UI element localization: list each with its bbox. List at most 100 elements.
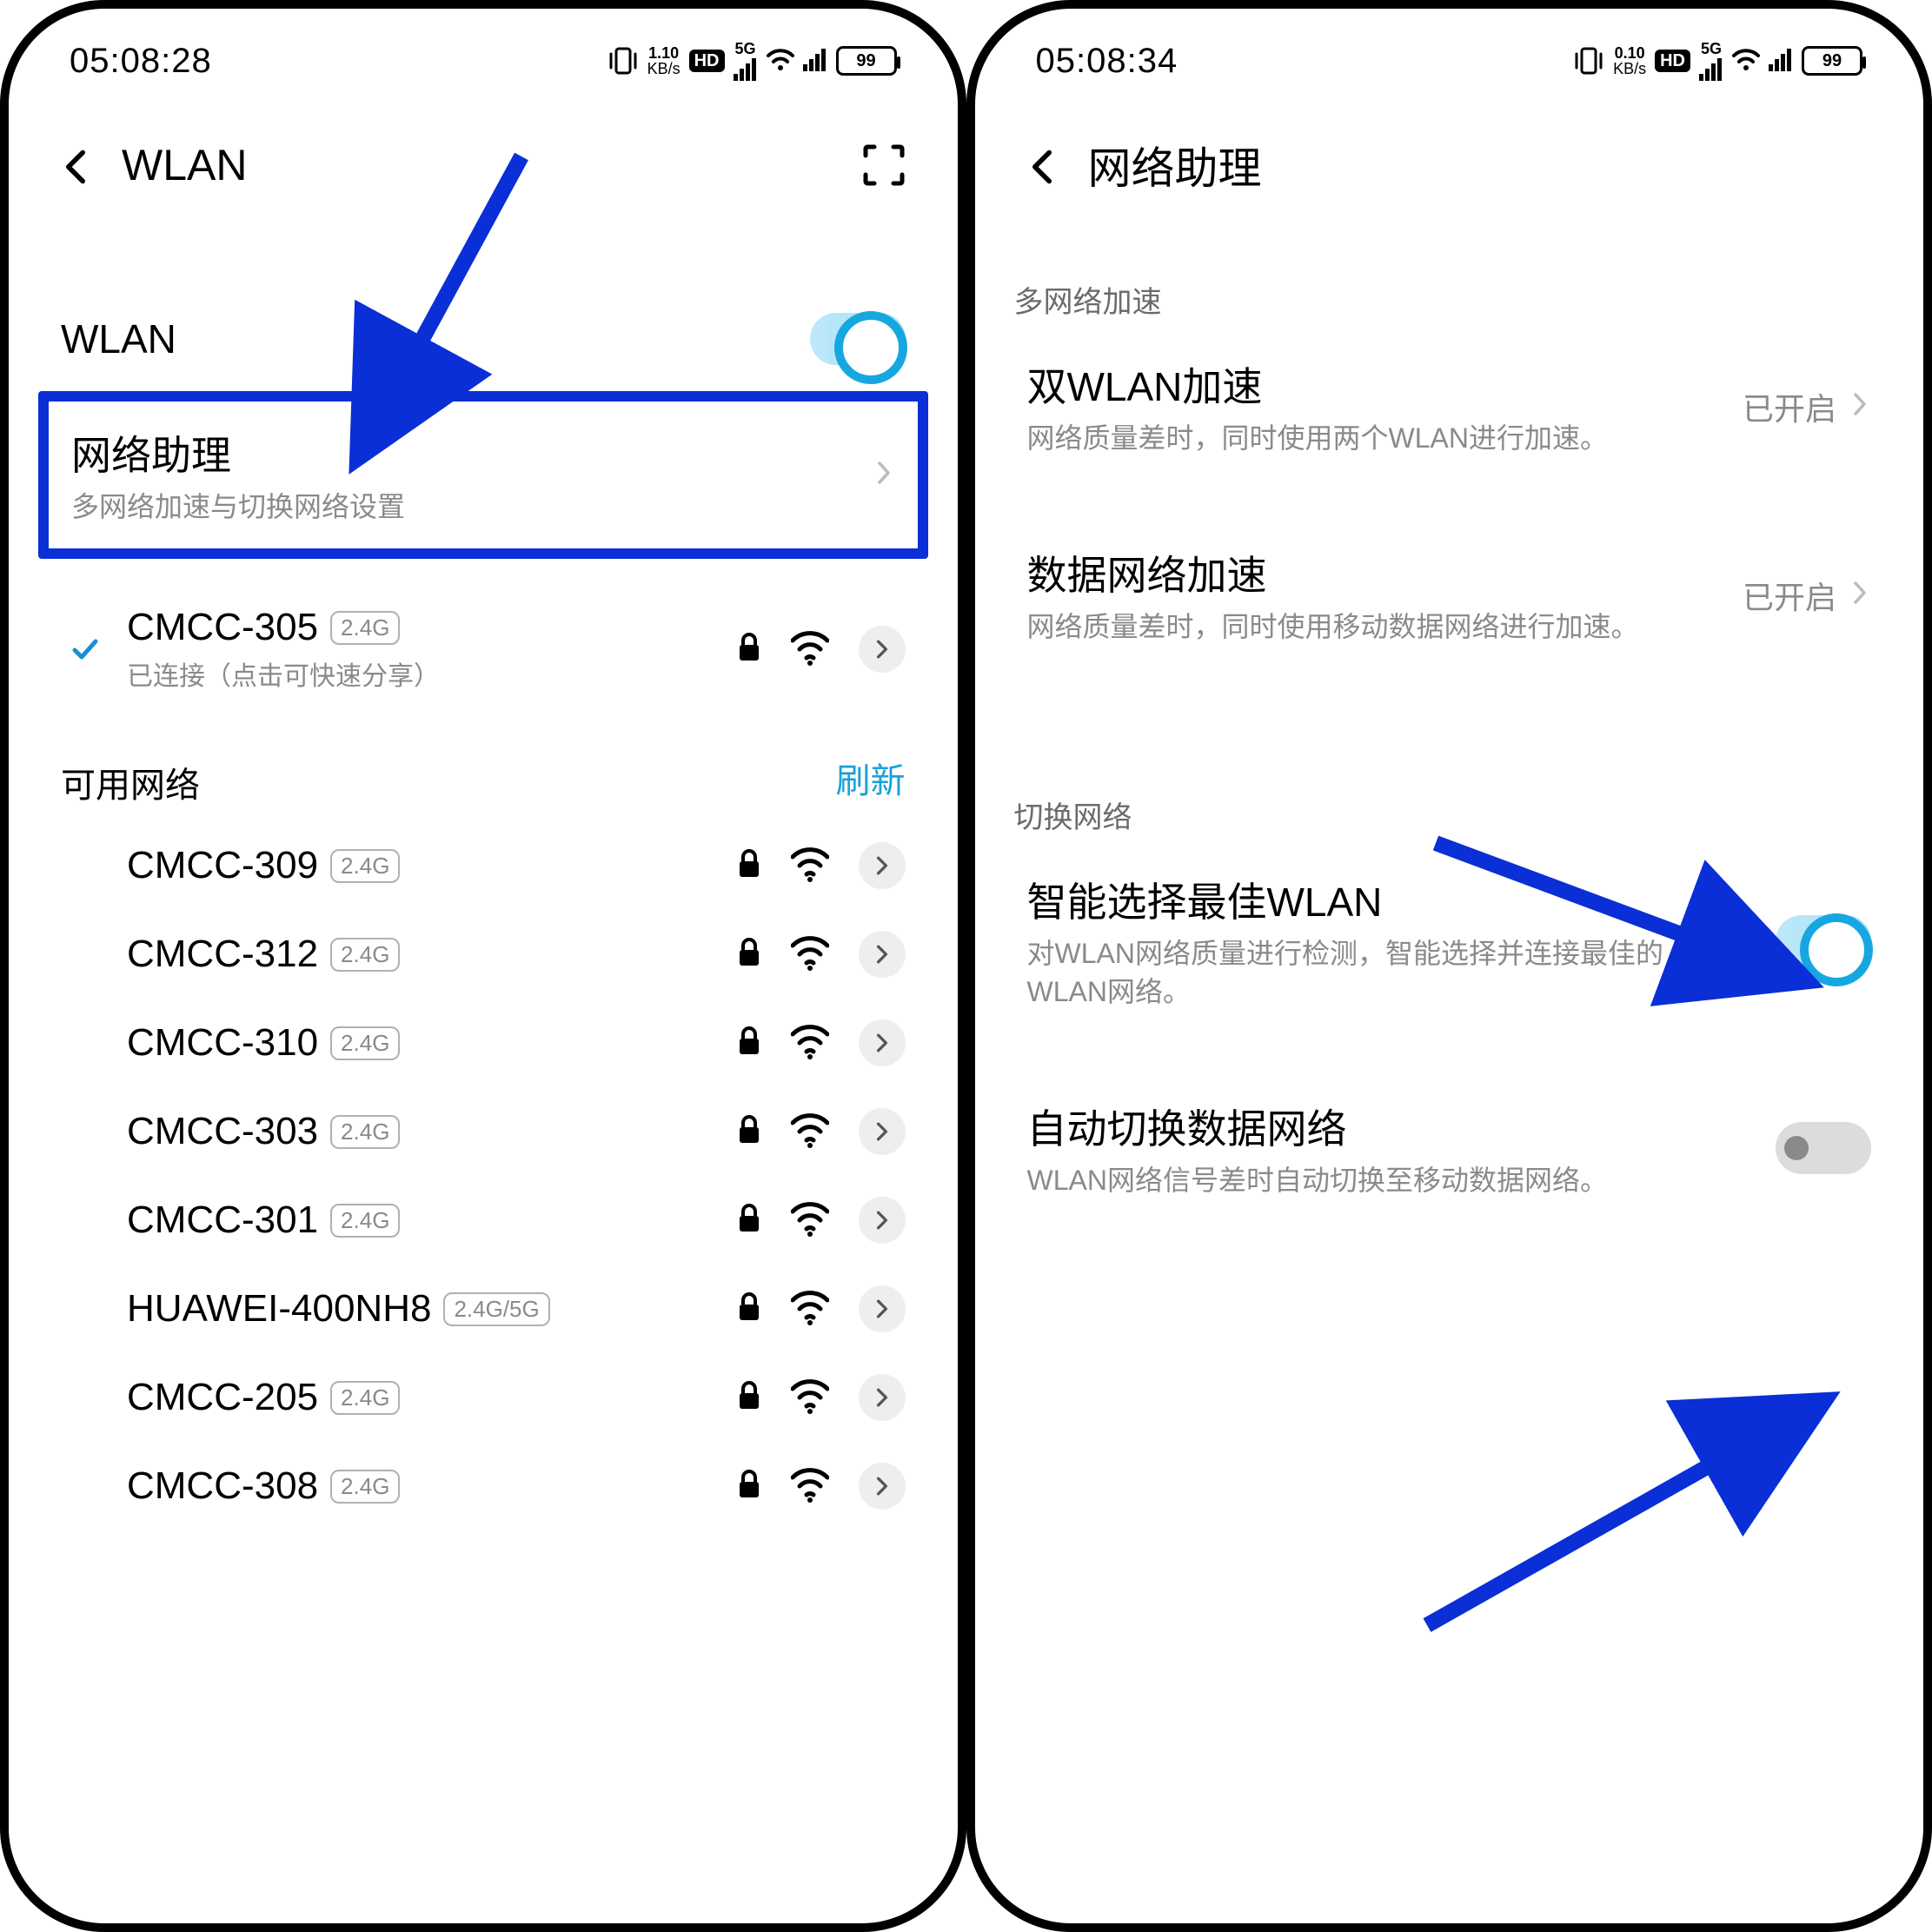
wifi-icon xyxy=(791,845,829,887)
band-badge: 2.4G xyxy=(330,1381,400,1415)
status-icons: 0.10KB/s HD 5G 99 xyxy=(1573,41,1862,81)
network-assistant-subtitle: 多网络加速与切换网络设置 xyxy=(71,488,405,526)
scan-icon[interactable] xyxy=(862,143,906,187)
auto-switch-row[interactable]: 自动切换数据网络 WLAN网络信号差时自动切换至移动数据网络。 xyxy=(1010,1072,1889,1225)
network-row[interactable]: CMCC-310 2.4G xyxy=(43,999,923,1087)
network-row[interactable]: CMCC-309 2.4G xyxy=(43,821,923,910)
wifi-icon xyxy=(791,1377,829,1419)
hd-icon: HD xyxy=(689,50,725,72)
lock-icon xyxy=(737,1026,761,1060)
network-name: CMCC-308 xyxy=(127,1464,318,1508)
lock-icon xyxy=(737,849,761,883)
details-button[interactable] xyxy=(859,931,906,978)
wlan-toggle-label: WLAN xyxy=(61,315,176,362)
battery-icon: 99 xyxy=(836,46,897,76)
phone-left: 05:08:28 1.10KB/s HD 5G 99 WLAN WLAN xyxy=(0,0,966,1932)
section-switch-network: 切换网络 xyxy=(1010,776,1889,845)
lock-icon xyxy=(737,633,761,667)
band-badge: 2.4G xyxy=(330,1115,400,1149)
smart-wlan-toggle[interactable] xyxy=(1776,915,1871,967)
data-accel-subtitle: 网络质量差时，同时使用移动数据网络进行加速。 xyxy=(1027,608,1639,646)
wifi-status-icon xyxy=(1732,47,1760,76)
wlan-toggle-row[interactable]: WLAN xyxy=(43,287,923,391)
network-name: CMCC-303 xyxy=(127,1110,318,1153)
status-icons: 1.10KB/s HD 5G 99 xyxy=(607,41,897,81)
details-button[interactable] xyxy=(859,626,906,673)
dual-wlan-title: 双WLAN加速 xyxy=(1027,355,1608,413)
status-time: 05:08:28 xyxy=(70,42,212,81)
band-badge: 2.4G xyxy=(330,1470,400,1504)
network-row[interactable]: CMCC-205 2.4G xyxy=(43,1353,923,1442)
page-header: 网络助理 xyxy=(1010,104,1889,226)
lock-icon xyxy=(737,1292,761,1326)
connected-check-icon xyxy=(61,636,110,662)
dual-wlan-status: 已开启 xyxy=(1743,384,1836,429)
network-name: CMCC-301 xyxy=(127,1198,318,1242)
details-button[interactable] xyxy=(859,1197,906,1244)
back-button[interactable] xyxy=(61,148,96,183)
hd-icon: HD xyxy=(1655,50,1690,72)
band-badge: 2.4G xyxy=(330,849,400,883)
wifi-icon xyxy=(791,1288,829,1331)
network-row[interactable]: CMCC-303 2.4G xyxy=(43,1087,923,1176)
network-row[interactable]: CMCC-312 2.4G xyxy=(43,910,923,999)
signal-icon xyxy=(1769,47,1793,76)
status-bar: 05:08:28 1.10KB/s HD 5G 99 xyxy=(43,17,923,104)
wifi-icon xyxy=(791,933,829,976)
wifi-icon xyxy=(791,1022,829,1065)
network-row[interactable]: CMCC-301 2.4G xyxy=(43,1176,923,1265)
details-button[interactable] xyxy=(859,1374,906,1421)
data-accel-status: 已开启 xyxy=(1743,573,1836,618)
status-time: 05:08:34 xyxy=(1036,42,1178,81)
band-badge: 2.4G xyxy=(330,1026,400,1060)
back-button[interactable] xyxy=(1027,148,1062,183)
smart-wlan-title: 智能选择最佳WLAN xyxy=(1027,871,1740,928)
band-badge: 2.4G/5G xyxy=(443,1292,549,1326)
band-badge: 2.4G xyxy=(330,1204,400,1238)
details-button[interactable] xyxy=(859,842,906,889)
5g-signal-icon: 5G xyxy=(734,41,758,81)
available-networks-label: 可用网络 xyxy=(61,740,217,816)
network-name: CMCC-310 xyxy=(127,1021,318,1065)
data-accel-title: 数据网络加速 xyxy=(1027,544,1639,601)
phone-right: 05:08:34 0.10KB/s HD 5G 99 网络助理 多网络加速 双W… xyxy=(966,0,1932,1932)
connected-network-row[interactable]: CMCC-305 2.4G 已连接（点击可快速分享） xyxy=(43,585,923,714)
dual-wlan-row[interactable]: 双WLAN加速 网络质量差时，同时使用两个WLAN进行加速。 已开启 xyxy=(1010,329,1889,483)
wifi-icon xyxy=(791,1199,829,1242)
band-badge: 2.4G xyxy=(330,611,400,645)
auto-switch-subtitle: WLAN网络信号差时自动切换至移动数据网络。 xyxy=(1027,1162,1608,1199)
network-assistant-title: 网络助理 xyxy=(71,424,405,481)
connected-network-name: CMCC-305 xyxy=(127,606,318,649)
section-multi-network: 多网络加速 xyxy=(1010,261,1889,329)
lock-icon xyxy=(737,1470,761,1504)
smart-wlan-row[interactable]: 智能选择最佳WLAN 对WLAN网络质量进行检测，智能选择并连接最佳的WLAN网… xyxy=(1010,845,1889,1036)
auto-switch-toggle[interactable] xyxy=(1776,1122,1871,1174)
network-name: CMCC-312 xyxy=(127,933,318,976)
page-title: WLAN xyxy=(122,140,247,190)
network-list: CMCC-309 2.4G CMCC-312 2.4G CMCC-310 2.4 xyxy=(43,821,923,1530)
auto-switch-title: 自动切换数据网络 xyxy=(1027,1098,1608,1155)
annotation-highlight: 网络助理 多网络加速与切换网络设置 xyxy=(38,391,928,559)
network-assistant-row[interactable]: 网络助理 多网络加速与切换网络设置 xyxy=(49,402,918,548)
status-bar: 05:08:34 0.10KB/s HD 5G 99 xyxy=(1010,17,1889,104)
chevron-right-icon xyxy=(1849,393,1871,420)
details-button[interactable] xyxy=(859,1463,906,1510)
details-button[interactable] xyxy=(859,1285,906,1332)
page-header: WLAN xyxy=(43,104,923,226)
battery-icon: 99 xyxy=(1802,46,1862,76)
refresh-button[interactable]: 刷新 xyxy=(836,753,906,803)
connected-network-subtitle: 已连接（点击可快速分享） xyxy=(127,654,720,693)
network-row[interactable]: CMCC-308 2.4G xyxy=(43,1442,923,1530)
wlan-toggle[interactable] xyxy=(810,313,906,365)
lock-icon xyxy=(737,938,761,972)
data-accel-row[interactable]: 数据网络加速 网络质量差时，同时使用移动数据网络进行加速。 已开启 xyxy=(1010,518,1889,672)
network-speed: 1.10KB/s xyxy=(647,45,681,76)
details-button[interactable] xyxy=(859,1108,906,1155)
network-row[interactable]: HUAWEI-400NH8 2.4G/5G xyxy=(43,1265,923,1353)
vibrate-icon xyxy=(1573,45,1604,76)
network-name: CMCC-309 xyxy=(127,844,318,887)
wifi-icon xyxy=(791,1465,829,1508)
signal-icon xyxy=(803,47,827,76)
details-button[interactable] xyxy=(859,1019,906,1066)
lock-icon xyxy=(737,1204,761,1238)
